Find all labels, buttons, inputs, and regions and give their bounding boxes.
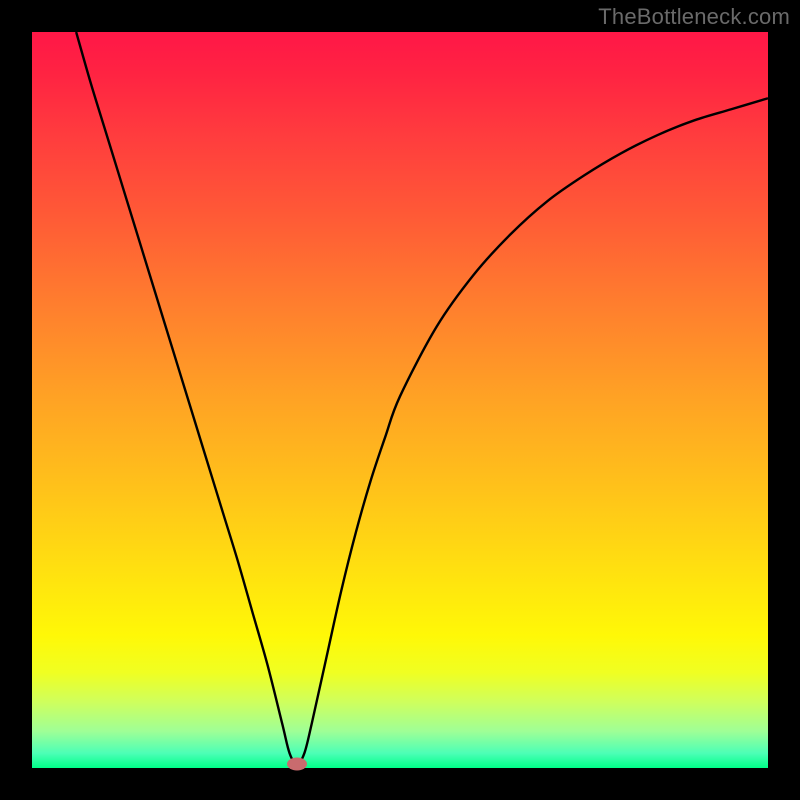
- minimum-marker: [287, 758, 307, 771]
- bottleneck-curve: [76, 32, 768, 764]
- watermark-text: TheBottleneck.com: [598, 4, 790, 30]
- plot-area: [32, 32, 768, 768]
- chart-stage: TheBottleneck.com: [0, 0, 800, 800]
- curve-svg: [32, 32, 768, 768]
